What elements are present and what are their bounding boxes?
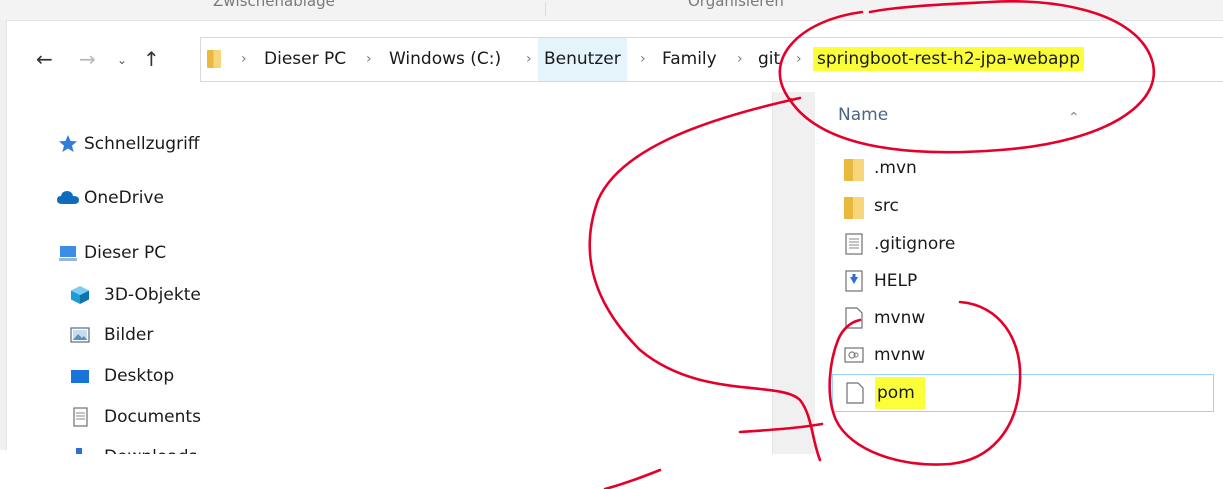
chevron-right-icon[interactable]: › (640, 38, 646, 81)
sidebar-item-label: Schnellzugriff (84, 134, 200, 154)
chevron-right-icon[interactable]: › (526, 38, 532, 81)
markdown-file-icon (845, 270, 863, 292)
file-name: pom (875, 375, 925, 411)
file-name: src (874, 196, 899, 216)
sidebar-item-label: Desktop (104, 366, 175, 386)
ribbon-strip: Zwischenablage Organisieren (0, 0, 1223, 21)
column-header-name[interactable]: Name (838, 105, 888, 125)
chevron-right-icon[interactable]: › (737, 38, 743, 81)
breadcrumb-current-folder[interactable]: springboot-rest-h2-jpa-webapp (813, 38, 1084, 81)
sidebar-item-label: Documents (104, 407, 201, 427)
address-bar[interactable]: › Dieser PC › Windows (C:) › Benutzer › … (200, 37, 1223, 82)
arrow-up-icon[interactable]: ↑ (143, 49, 160, 69)
file-row-pom[interactable]: pom (832, 374, 1214, 412)
arrow-right-icon[interactable]: → (79, 49, 96, 69)
chevron-down-icon[interactable]: ⌄ (117, 50, 127, 70)
sidebar-item-label: OneDrive (84, 188, 164, 208)
scroll-up-icon[interactable]: ⌃ (785, 96, 797, 112)
ribbon-group-clipboard: Zwischenablage (213, 0, 335, 10)
file-name: mvnw (874, 308, 926, 328)
sidebar-item-label: Bilder (104, 325, 154, 345)
breadcrumb-windows-c[interactable]: Windows (C:) (389, 38, 501, 81)
document-icon (73, 407, 88, 427)
computer-icon (59, 246, 77, 261)
breadcrumb-family[interactable]: Family (662, 38, 717, 81)
sort-ascending-icon: ⌃ (1068, 110, 1080, 126)
breadcrumb-git[interactable]: git (758, 38, 780, 81)
highlighted-file-name: pom (875, 377, 925, 409)
blank-file-icon (845, 307, 863, 329)
chevron-right-icon[interactable]: › (796, 38, 802, 81)
blank-file-icon (846, 382, 864, 404)
text-file-icon (845, 233, 863, 255)
folder-icon (844, 197, 864, 219)
file-row-mvn-folder[interactable]: .mvn (832, 150, 1223, 186)
ribbon-group-organize: Organisieren (688, 0, 784, 10)
folder-icon (207, 50, 221, 68)
folder-icon (844, 159, 864, 181)
breadcrumb-dieser-pc[interactable]: Dieser PC (264, 38, 346, 81)
window-left-edge (0, 20, 7, 450)
nav-pane-scrollbar[interactable]: ⌃ (772, 92, 815, 454)
breadcrumb-benutzer[interactable]: Benutzer (538, 38, 627, 81)
cloud-icon (57, 191, 79, 204)
ribbon-divider (545, 2, 546, 16)
file-name: mvnw (874, 345, 926, 365)
pictures-icon (70, 327, 90, 343)
bottom-blank-area (0, 454, 1223, 489)
file-row-mvnw-script[interactable]: mvnw (832, 300, 1223, 336)
star-icon (59, 135, 77, 152)
sidebar-item-label: 3D-Objekte (104, 285, 201, 305)
file-explorer-window: Zwischenablage Organisieren ← → ⌄ ↑ › Di… (0, 0, 1223, 489)
file-row-mvnw-cmd[interactable]: mvnw (832, 337, 1223, 373)
file-name: .mvn (874, 158, 917, 178)
file-row-src-folder[interactable]: src (832, 188, 1223, 224)
highlighted-folder-name: springboot-rest-h2-jpa-webapp (813, 47, 1084, 71)
sidebar-item-label: Dieser PC (84, 243, 167, 263)
cube-icon (71, 286, 89, 304)
file-row-help[interactable]: HELP (832, 263, 1223, 299)
desktop-icon (71, 370, 89, 383)
chevron-right-icon[interactable]: › (241, 38, 247, 81)
chevron-right-icon[interactable]: › (366, 38, 372, 81)
file-row-gitignore[interactable]: .gitignore (832, 226, 1223, 262)
file-name: .gitignore (874, 234, 956, 254)
arrow-left-icon[interactable]: ← (36, 49, 53, 69)
batch-file-icon (844, 347, 864, 363)
file-name: HELP (874, 271, 918, 291)
